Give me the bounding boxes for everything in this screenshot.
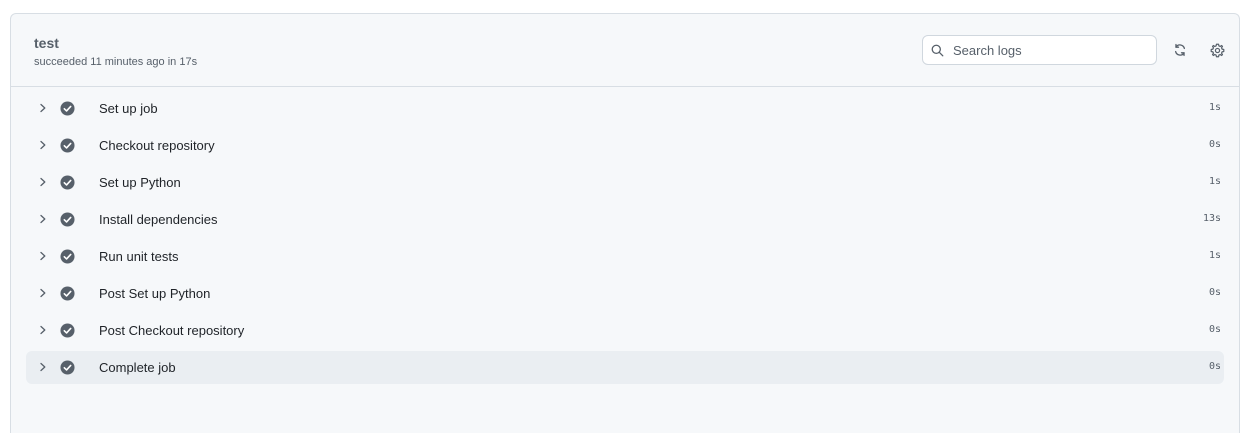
job-header: test succeeded 11 minutes ago in 17s bbox=[11, 14, 1239, 87]
settings-button[interactable] bbox=[1208, 41, 1226, 59]
step-list: Set up job 1s Checkout repository 0s Set… bbox=[11, 87, 1239, 384]
step-duration: 1s bbox=[1208, 176, 1221, 187]
step-name: Install dependencies bbox=[99, 212, 218, 227]
check-circle-icon bbox=[60, 360, 75, 375]
check-circle-icon bbox=[60, 138, 75, 153]
step-duration: 0s bbox=[1208, 324, 1221, 335]
step-name: Post Set up Python bbox=[99, 286, 211, 301]
chevron-right-icon[interactable] bbox=[38, 362, 48, 372]
step-duration: 0s bbox=[1208, 287, 1221, 298]
step-row[interactable]: Run unit tests 1s bbox=[26, 240, 1224, 273]
check-circle-icon bbox=[60, 175, 75, 190]
chevron-right-icon[interactable] bbox=[38, 103, 48, 113]
check-circle-icon bbox=[60, 323, 75, 338]
chevron-right-icon[interactable] bbox=[38, 140, 48, 150]
job-status-summary: succeeded 11 minutes ago in 17s bbox=[34, 56, 198, 68]
step-name: Complete job bbox=[99, 360, 176, 375]
chevron-right-icon[interactable] bbox=[38, 288, 48, 298]
job-title: test bbox=[34, 35, 59, 51]
job-log-panel: test succeeded 11 minutes ago in 17s Sea… bbox=[10, 13, 1240, 433]
chevron-right-icon[interactable] bbox=[38, 177, 48, 187]
chevron-right-icon[interactable] bbox=[38, 325, 48, 335]
search-icon bbox=[931, 44, 944, 56]
step-row[interactable]: Post Checkout repository 0s bbox=[26, 314, 1224, 347]
search-logs-box[interactable] bbox=[922, 35, 1157, 65]
step-duration: 1s bbox=[1208, 250, 1221, 261]
chevron-right-icon[interactable] bbox=[38, 214, 48, 224]
step-name: Set up job bbox=[99, 101, 158, 116]
step-row[interactable]: Install dependencies 13s bbox=[26, 203, 1224, 236]
step-row[interactable]: Post Set up Python 0s bbox=[26, 277, 1224, 310]
step-name: Set up Python bbox=[99, 175, 181, 190]
step-row[interactable]: Checkout repository 0s bbox=[26, 129, 1224, 162]
step-duration: 0s bbox=[1208, 139, 1221, 150]
step-name: Run unit tests bbox=[99, 249, 179, 264]
step-row[interactable]: Set up Python 1s bbox=[26, 166, 1224, 199]
search-logs-input[interactable] bbox=[951, 41, 1145, 59]
chevron-right-icon[interactable] bbox=[38, 251, 48, 261]
step-duration: 13s bbox=[1202, 213, 1221, 224]
step-row[interactable]: Complete job 0s bbox=[26, 351, 1224, 384]
step-name: Post Checkout repository bbox=[99, 323, 245, 338]
check-circle-icon bbox=[60, 249, 75, 264]
check-circle-icon bbox=[60, 101, 75, 116]
refresh-button[interactable] bbox=[1171, 41, 1189, 59]
gear-icon bbox=[1210, 43, 1224, 57]
step-name: Checkout repository bbox=[99, 138, 215, 153]
step-row[interactable]: Set up job 1s bbox=[26, 92, 1224, 125]
check-circle-icon bbox=[60, 212, 75, 227]
refresh-icon bbox=[1174, 43, 1186, 57]
step-duration: 0s bbox=[1208, 361, 1221, 372]
check-circle-icon bbox=[60, 286, 75, 301]
step-duration: 1s bbox=[1208, 102, 1221, 113]
